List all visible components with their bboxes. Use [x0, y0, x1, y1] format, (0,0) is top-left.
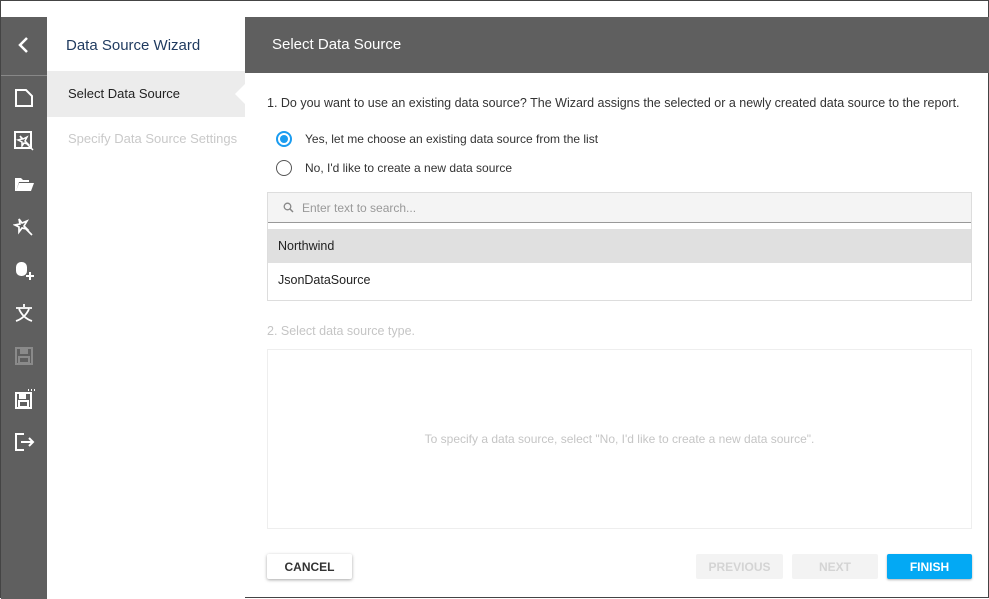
divider [1, 75, 47, 76]
page-title: Select Data Source [245, 17, 989, 73]
radio-checked-icon [276, 131, 292, 147]
new-report-via-wizard-icon [14, 131, 34, 151]
new-report-button[interactable] [1, 78, 47, 118]
list-item[interactable]: JsonDataSource [268, 263, 971, 297]
add-data-source-button[interactable] [1, 250, 47, 290]
finish-button[interactable]: FINISH [887, 554, 972, 579]
question-2: 2. Select data source type. [267, 324, 416, 338]
localization-button[interactable] [1, 293, 47, 333]
add-data-source-icon [16, 262, 34, 280]
search-placeholder: Enter text to search... [302, 200, 417, 215]
radio-existing-data-source[interactable]: Yes, let me choose an existing data sour… [276, 131, 598, 147]
hint-text: To specify a data source, select "No, I'… [424, 432, 815, 446]
toolbar [1, 17, 47, 599]
cancel-button[interactable]: CANCEL [267, 554, 352, 579]
next-button[interactable]: NEXT [792, 554, 878, 579]
new-report-icon [15, 89, 33, 107]
wizard-button[interactable] [1, 207, 47, 247]
save-icon [15, 347, 33, 365]
data-source-list: Enter text to search... Northwind JsonDa… [267, 192, 972, 301]
step-select-data-source[interactable]: Select Data Source [47, 71, 245, 117]
data-source-type-area: To specify a data source, select "No, I'… [267, 349, 972, 529]
previous-button[interactable]: PREVIOUS [696, 554, 783, 579]
wizard-icon [13, 218, 33, 236]
wizard-title: Data Source Wizard [66, 37, 201, 54]
new-report-wizard-button[interactable] [1, 121, 47, 161]
open-icon [15, 178, 34, 191]
back-button[interactable] [1, 25, 47, 65]
save-as-icon [15, 389, 35, 409]
search-icon [283, 202, 294, 213]
back-icon [18, 37, 28, 53]
step-specify-data-source-settings: Specify Data Source Settings [68, 131, 238, 146]
radio-unchecked-icon [276, 160, 292, 176]
search-input[interactable]: Enter text to search... [268, 193, 971, 223]
wizard-steps-panel: Data Source Wizard Select Data Source Sp… [47, 17, 245, 599]
open-button[interactable] [1, 164, 47, 204]
radio-new-data-source[interactable]: No, I'd like to create a new data source [276, 160, 512, 176]
list-item[interactable]: Northwind [268, 229, 971, 263]
exit-button[interactable] [1, 422, 47, 462]
save-as-button[interactable] [1, 379, 47, 419]
save-button[interactable] [1, 336, 47, 376]
exit-icon [15, 433, 35, 451]
question-1: 1. Do you want to use an existing data s… [267, 96, 960, 110]
radio-label: Yes, let me choose an existing data sour… [305, 132, 599, 146]
localization-icon [15, 304, 33, 322]
radio-label: No, I'd like to create a new data source [305, 161, 513, 175]
